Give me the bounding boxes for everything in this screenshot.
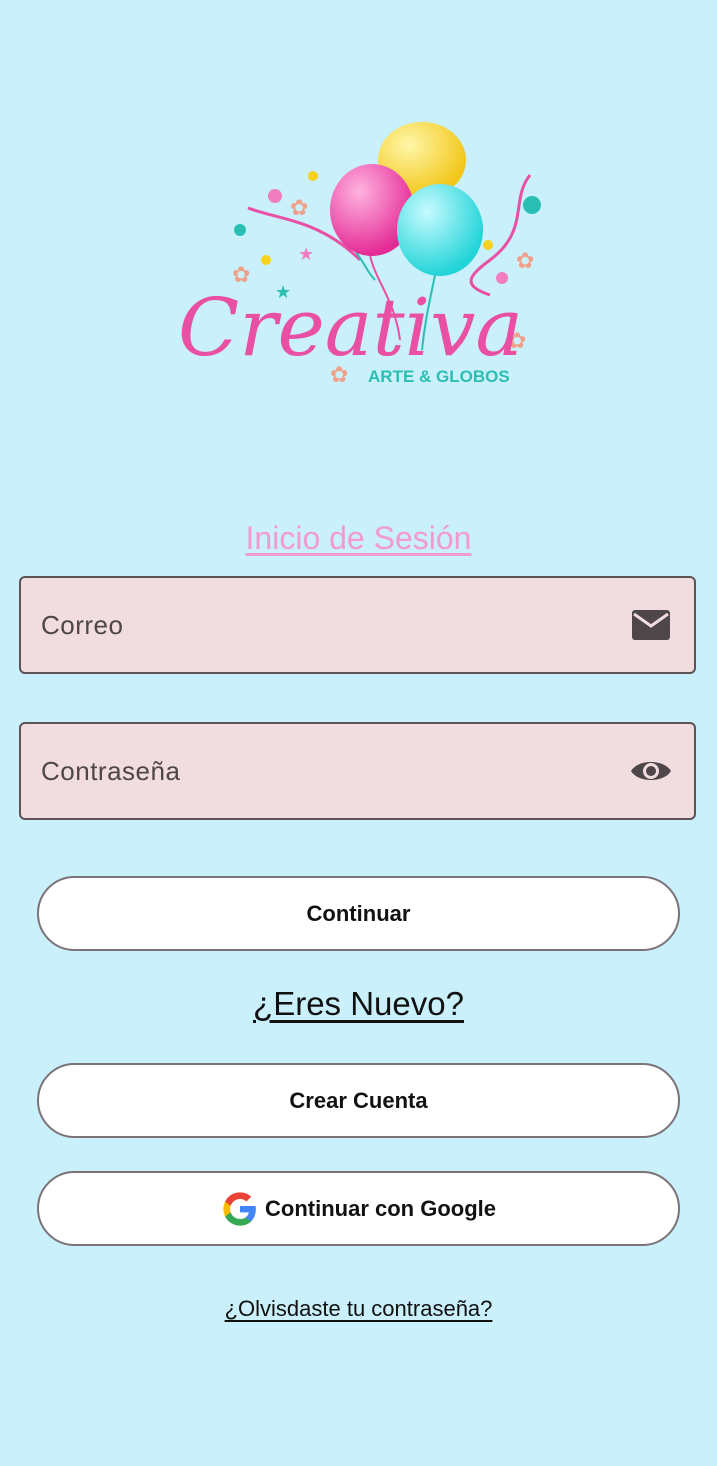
password-input[interactable] bbox=[41, 724, 601, 818]
svg-text:★: ★ bbox=[298, 244, 314, 264]
email-input[interactable] bbox=[41, 578, 601, 672]
create-account-label: Crear Cuenta bbox=[289, 1087, 428, 1113]
login-title[interactable]: Inicio de Sesión bbox=[0, 520, 717, 557]
continue-button-label: Continuar bbox=[306, 900, 411, 926]
new-user-prompt[interactable]: ¿Eres Nuevo? bbox=[0, 985, 717, 1023]
email-field[interactable] bbox=[19, 576, 696, 674]
mail-icon bbox=[630, 604, 672, 646]
svg-text:✿: ✿ bbox=[516, 248, 534, 273]
logo-brand-text: Creativa bbox=[178, 281, 523, 374]
google-signin-label: Continuar con Google bbox=[265, 1195, 496, 1221]
create-account-button[interactable]: Crear Cuenta bbox=[37, 1063, 680, 1138]
google-signin-button[interactable]: Continuar con Google bbox=[37, 1171, 680, 1246]
logo-tagline: ARTE & GLOBOS bbox=[368, 367, 510, 386]
google-icon bbox=[221, 1190, 259, 1228]
continue-button[interactable]: Continuar bbox=[37, 876, 680, 951]
brand-logo: ★ ★ ✿ ✿ ✿ ✿ ✿ Creativa ARTE & GLOBOS bbox=[160, 110, 560, 400]
svg-text:✿: ✿ bbox=[290, 195, 308, 220]
password-field[interactable] bbox=[19, 722, 696, 820]
eye-icon[interactable] bbox=[630, 750, 672, 792]
logo-graphic: ★ ★ ✿ ✿ ✿ ✿ ✿ Creativa ARTE & GLOBOS bbox=[178, 122, 541, 387]
forgot-password-link[interactable]: ¿Olvisdaste tu contraseña? bbox=[0, 1296, 717, 1322]
